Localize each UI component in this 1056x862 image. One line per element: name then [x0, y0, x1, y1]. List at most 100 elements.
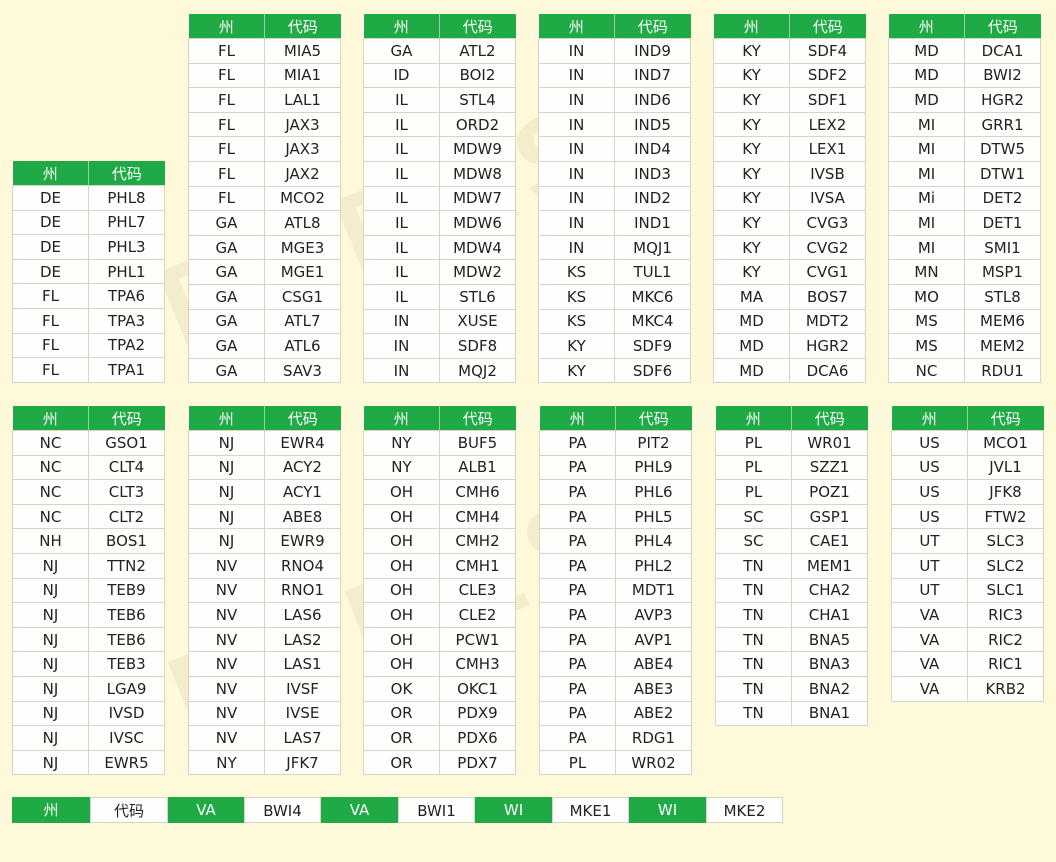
code-cell: BOI2 [439, 62, 516, 89]
header-code: 代码 [791, 406, 868, 431]
table-row: IN IND4 [538, 136, 691, 162]
code-cell: KRB2 [967, 675, 1044, 702]
state-cell: IL [363, 136, 440, 162]
code-cell: IND1 [614, 210, 691, 236]
state-cell: IN [538, 234, 615, 261]
code-table: 州代码 NJ EWR4 NJ ACY2 NJ ACY1 NJ ABE8 NJ EWR9 NV RNO4 N… [188, 406, 341, 776]
table-row: IL MDW4 [363, 234, 516, 261]
code-cell: BNA3 [791, 651, 868, 677]
code-cell: ATL2 [439, 38, 516, 64]
state-cell: OH [363, 577, 440, 604]
code-cell: IND6 [614, 87, 691, 113]
state-cell: MD [888, 87, 965, 113]
code-cell: WR02 [615, 749, 692, 776]
table-row: MI DTW5 [888, 136, 1041, 162]
state-cell: IN [538, 160, 615, 187]
state-cell: NC [888, 357, 965, 384]
strip-code-cell: MKE2 [706, 797, 783, 823]
state-cell: DE [12, 234, 89, 260]
code-cell: CMH1 [439, 552, 516, 579]
code-cell: TEB6 [88, 626, 165, 653]
table-row: VA RIC2 [891, 626, 1044, 653]
state-cell: PA [539, 700, 616, 727]
table-row: NV RNO4 [188, 552, 341, 579]
code-cell: PHL5 [615, 503, 692, 530]
header-state: 州 [891, 406, 968, 431]
table-row: TN BNA1 [715, 700, 868, 727]
state-cell: FL [188, 160, 265, 187]
table-row: IL STL4 [363, 87, 516, 113]
table-row: KY LEX2 [713, 111, 866, 138]
state-cell: FL [12, 357, 89, 383]
state-cell: KY [538, 333, 615, 359]
state-cell: NY [363, 430, 440, 456]
table-row: FL MIA5 [188, 38, 341, 64]
table-row: KY CVG2 [713, 234, 866, 261]
state-cell: TN [715, 577, 792, 604]
table-row: PA ABE3 [539, 675, 692, 702]
state-cell: KY [713, 160, 790, 187]
state-cell: MI [888, 210, 965, 236]
code-cell: FTW2 [967, 503, 1044, 530]
state-cell: KS [538, 283, 615, 310]
table-row: US FTW2 [891, 503, 1044, 530]
code-table: 州代码 PL WR01 PL SZZ1 PL POZ1 SC GSP1 SC CAE1 TN MEM1 T… [715, 406, 868, 727]
state-cell: FL [188, 136, 265, 162]
code-cell: IVSB [789, 160, 866, 187]
table-row: PA PHL4 [539, 528, 692, 554]
state-cell: NJ [12, 577, 89, 604]
state-cell: MA [713, 283, 790, 310]
table-row: OH CMH6 [363, 479, 516, 505]
code-cell: PDX7 [439, 749, 516, 776]
table-row: UT SLC2 [891, 552, 1044, 579]
table-row: OH CLE2 [363, 602, 516, 628]
header-code: 代码 [614, 14, 691, 39]
state-cell: NY [363, 454, 440, 481]
code-cell: STL6 [439, 283, 516, 310]
code-cell: CMH6 [439, 479, 516, 505]
code-table: 州代码 PA PIT2 PA PHL9 PA PHL6 PA PHL5 PA PHL4 PA PHL2 P… [539, 406, 692, 776]
state-cell: TN [715, 700, 792, 727]
table-row: NY BUF5 [363, 430, 516, 456]
table-row: US MCO1 [891, 430, 1044, 456]
table-row: NJ TTN2 [12, 552, 165, 579]
table-row: NY JFK7 [188, 749, 341, 776]
code-cell: JFK7 [264, 749, 341, 776]
state-cell: KY [713, 259, 790, 285]
table-row: KY SDF6 [538, 357, 691, 384]
code-cell: DTW1 [964, 160, 1041, 187]
code-cell: GSP1 [791, 503, 868, 530]
table-row: OH PCW1 [363, 626, 516, 653]
code-cell: PHL6 [615, 479, 692, 505]
code-cell: BNA5 [791, 626, 868, 653]
code-cell: PCW1 [439, 626, 516, 653]
code-cell: MCO1 [967, 430, 1044, 456]
table-row: PA ABE4 [539, 651, 692, 677]
table-row: PA AVP1 [539, 626, 692, 653]
table-row: NC GSO1 [12, 430, 165, 456]
code-cell: JAX3 [264, 111, 341, 138]
table-row: KY SDF1 [713, 87, 866, 113]
table-row: PA ABE2 [539, 700, 692, 727]
header-state: 州 [12, 406, 89, 431]
code-cell: DET2 [964, 185, 1041, 212]
table-row: OR PDX6 [363, 725, 516, 751]
table-row: UT SLC1 [891, 577, 1044, 604]
state-cell: GA [188, 259, 265, 285]
state-cell: NC [12, 503, 89, 530]
table-row: KY SDF2 [713, 62, 866, 89]
state-cell: IL [363, 234, 440, 261]
code-cell: MGE1 [264, 259, 341, 285]
state-cell: NV [188, 651, 265, 677]
table-row: ID BOI2 [363, 62, 516, 89]
code-cell: BNA2 [791, 675, 868, 702]
code-cell: JFK8 [967, 479, 1044, 505]
state-cell: OR [363, 749, 440, 776]
table-row: VA KRB2 [891, 675, 1044, 702]
code-cell: MQJ2 [439, 357, 516, 384]
code-cell: MGE3 [264, 234, 341, 261]
code-cell: ABE4 [615, 651, 692, 677]
table-row: NC RDU1 [888, 357, 1041, 384]
code-cell: CHA2 [791, 577, 868, 604]
state-cell: PA [539, 675, 616, 702]
